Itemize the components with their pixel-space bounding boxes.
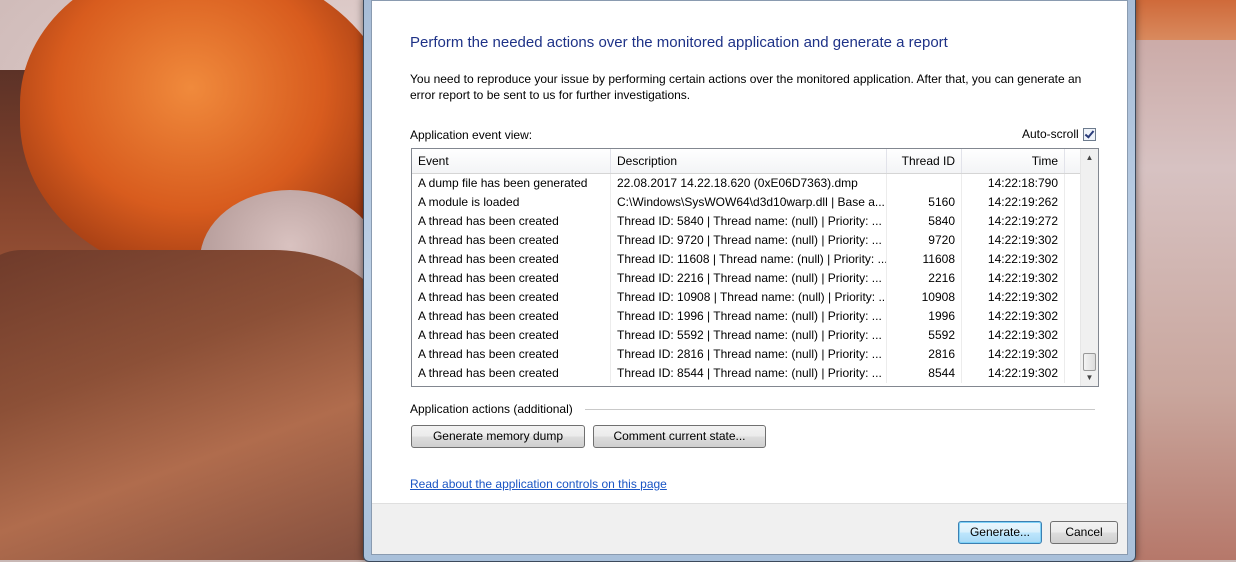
report-dialog-window: Perform the needed actions over the moni… bbox=[363, 0, 1136, 562]
table-row[interactable]: A thread has been created Thread ID: 5840… bbox=[412, 212, 1080, 231]
cell-thread-id: 2816 bbox=[887, 345, 962, 364]
cell-event: A thread has been created bbox=[412, 250, 611, 269]
auto-scroll-label: Auto-scroll bbox=[1022, 127, 1079, 141]
cell-event: A dump file has been generated bbox=[412, 174, 611, 193]
cell-event: A thread has been created bbox=[412, 269, 611, 288]
generate-button[interactable]: Generate... bbox=[958, 521, 1042, 544]
column-header-thread-id[interactable]: Thread ID bbox=[887, 149, 962, 173]
table-row[interactable]: A thread has been created Thread ID: 1996… bbox=[412, 307, 1080, 326]
cell-time: 14:22:19:302 bbox=[962, 326, 1065, 345]
table-row[interactable]: A thread has been created Thread ID: 9720… bbox=[412, 231, 1080, 250]
event-list[interactable]: Event Description Thread ID Time A dump … bbox=[411, 148, 1099, 387]
cell-thread-id: 11608 bbox=[887, 250, 962, 269]
cell-time: 14:22:19:302 bbox=[962, 231, 1065, 250]
cell-time: 14:22:19:302 bbox=[962, 307, 1065, 326]
cell-time: 14:22:19:302 bbox=[962, 269, 1065, 288]
cell-description: Thread ID: 2216 | Thread name: (null) | … bbox=[611, 269, 887, 288]
table-row[interactable]: A thread has been created Thread ID: 5592… bbox=[412, 326, 1080, 345]
cell-description: Thread ID: 2816 | Thread name: (null) | … bbox=[611, 345, 887, 364]
actions-divider bbox=[585, 409, 1095, 410]
cell-thread-id: 5592 bbox=[887, 326, 962, 345]
scroll-down-arrow-icon[interactable]: ▼ bbox=[1081, 369, 1098, 386]
cell-event: A thread has been created bbox=[412, 364, 611, 383]
cell-time: 14:22:18:790 bbox=[962, 174, 1065, 193]
cell-event: A thread has been created bbox=[412, 326, 611, 345]
cell-time: 14:22:19:302 bbox=[962, 364, 1065, 383]
cell-event: A thread has been created bbox=[412, 212, 611, 231]
cell-description: Thread ID: 11608 | Thread name: (null) |… bbox=[611, 250, 887, 269]
cancel-button[interactable]: Cancel bbox=[1050, 521, 1118, 544]
cell-event: A thread has been created bbox=[412, 288, 611, 307]
cell-time: 14:22:19:302 bbox=[962, 345, 1065, 364]
table-row[interactable]: A module is loaded C:\Windows\SysWOW64\d3… bbox=[412, 193, 1080, 212]
cell-description: Thread ID: 5592 | Thread name: (null) | … bbox=[611, 326, 887, 345]
cell-event: A thread has been created bbox=[412, 345, 611, 364]
column-header-event[interactable]: Event bbox=[412, 149, 611, 173]
cell-description: Thread ID: 1996 | Thread name: (null) | … bbox=[611, 307, 887, 326]
generate-memory-dump-button[interactable]: Generate memory dump bbox=[411, 425, 585, 448]
cell-event: A thread has been created bbox=[412, 307, 611, 326]
cell-description: Thread ID: 9720 | Thread name: (null) | … bbox=[611, 231, 887, 250]
event-list-header: Event Description Thread ID Time bbox=[412, 149, 1080, 174]
scroll-up-arrow-icon[interactable]: ▲ bbox=[1081, 149, 1098, 166]
cell-description: Thread ID: 10908 | Thread name: (null) |… bbox=[611, 288, 887, 307]
cell-description: C:\Windows\SysWOW64\d3d10warp.dll | Base… bbox=[611, 193, 887, 212]
cell-thread-id: 9720 bbox=[887, 231, 962, 250]
actions-section-label: Application actions (additional) bbox=[410, 402, 573, 416]
cell-thread-id: 8544 bbox=[887, 364, 962, 383]
help-link[interactable]: Read about the application controls on t… bbox=[410, 477, 667, 491]
table-row[interactable]: A dump file has been generated 22.08.2017… bbox=[412, 174, 1080, 193]
auto-scroll-checkbox[interactable] bbox=[1082, 127, 1096, 141]
cell-description: Thread ID: 8544 | Thread name: (null) | … bbox=[611, 364, 887, 383]
dialog-client-area: Perform the needed actions over the moni… bbox=[371, 0, 1128, 555]
cell-thread-id bbox=[887, 174, 962, 193]
column-header-time[interactable]: Time bbox=[962, 149, 1065, 173]
cell-thread-id: 10908 bbox=[887, 288, 962, 307]
cell-event: A thread has been created bbox=[412, 231, 611, 250]
page-heading: Perform the needed actions over the moni… bbox=[410, 34, 948, 51]
cell-description: Thread ID: 5840 | Thread name: (null) | … bbox=[611, 212, 887, 231]
table-row[interactable]: A thread has been created Thread ID: 2816… bbox=[412, 345, 1080, 364]
cell-event: A module is loaded bbox=[412, 193, 611, 212]
table-row[interactable]: A thread has been created Thread ID: 8544… bbox=[412, 364, 1080, 383]
cell-time: 14:22:19:272 bbox=[962, 212, 1065, 231]
cell-thread-id: 1996 bbox=[887, 307, 962, 326]
cell-time: 14:22:19:262 bbox=[962, 193, 1065, 212]
table-row[interactable]: A thread has been created Thread ID: 2216… bbox=[412, 269, 1080, 288]
cell-description: 22.08.2017 14.22.18.620 (0xE06D7363).dmp bbox=[611, 174, 887, 193]
event-view-label: Application event view: bbox=[410, 128, 533, 142]
cell-thread-id: 2216 bbox=[887, 269, 962, 288]
cell-thread-id: 5840 bbox=[887, 212, 962, 231]
cell-thread-id: 5160 bbox=[887, 193, 962, 212]
table-row[interactable]: A thread has been created Thread ID: 1090… bbox=[412, 288, 1080, 307]
intro-text: You need to reproduce your issue by perf… bbox=[410, 72, 1082, 102]
comment-current-state-button[interactable]: Comment current state... bbox=[593, 425, 766, 448]
cell-time: 14:22:19:302 bbox=[962, 288, 1065, 307]
event-rows: A dump file has been generated 22.08.2017… bbox=[412, 174, 1080, 383]
column-header-description[interactable]: Description bbox=[611, 149, 887, 173]
auto-scroll-toggle[interactable]: Auto-scroll bbox=[1022, 127, 1096, 141]
event-list-scrollbar[interactable]: ▲ ▼ bbox=[1080, 149, 1098, 386]
table-row[interactable]: A thread has been created Thread ID: 1160… bbox=[412, 250, 1080, 269]
cell-time: 14:22:19:302 bbox=[962, 250, 1065, 269]
